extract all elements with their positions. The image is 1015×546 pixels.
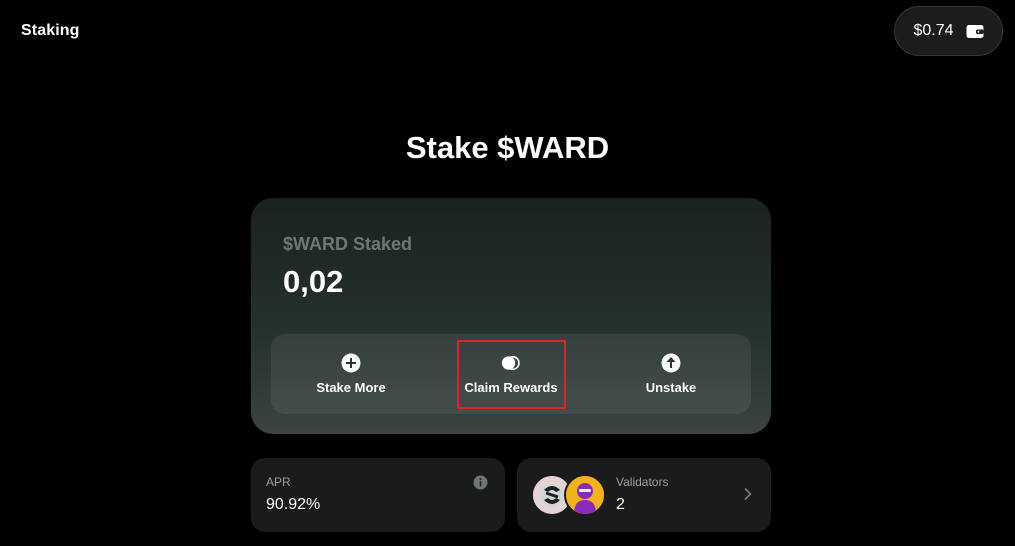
header-title: Staking (21, 22, 80, 39)
validators-label: Validators (616, 475, 669, 489)
staking-app: Staking $0.74 Stake $WARD $WARD Staked 0… (0, 0, 1015, 546)
validator-avatar (564, 474, 606, 516)
apr-card: APR 90.92% (251, 458, 505, 532)
wallet-balance: $0.74 (913, 22, 954, 39)
validators-card[interactable]: Validators 2 (517, 458, 771, 532)
page-title: Stake $WARD (405, 130, 610, 165)
validators-value: 2 (616, 496, 625, 513)
stake-actions: Stake More Claim Rewards Unstake (271, 334, 751, 414)
unstake-button[interactable]: Unstake (591, 334, 751, 414)
unstake-label: Unstake (645, 380, 697, 395)
stake-card: $WARD Staked 0,02 Stake More Claim Rewar… (251, 198, 771, 434)
plus-circle-icon (341, 353, 361, 373)
claim-rewards-label: Claim Rewards (464, 380, 558, 395)
apr-value: 90.92% (266, 496, 321, 513)
stake-more-label: Stake More (316, 380, 386, 395)
stake-more-button[interactable]: Stake More (271, 334, 431, 414)
claim-rewards-button[interactable]: Claim Rewards (431, 334, 591, 414)
validator-avatars (531, 474, 607, 516)
wallet-icon (966, 24, 984, 39)
arrow-up-circle-icon (661, 353, 681, 373)
chevron-right-icon (743, 487, 753, 501)
wallet-button[interactable]: $0.74 (894, 6, 1003, 56)
info-icon[interactable] (473, 475, 488, 490)
staked-value: 0,02 (283, 264, 344, 299)
staked-label: $WARD Staked (283, 234, 413, 254)
coins-icon (501, 353, 521, 373)
apr-label: APR (266, 475, 291, 489)
